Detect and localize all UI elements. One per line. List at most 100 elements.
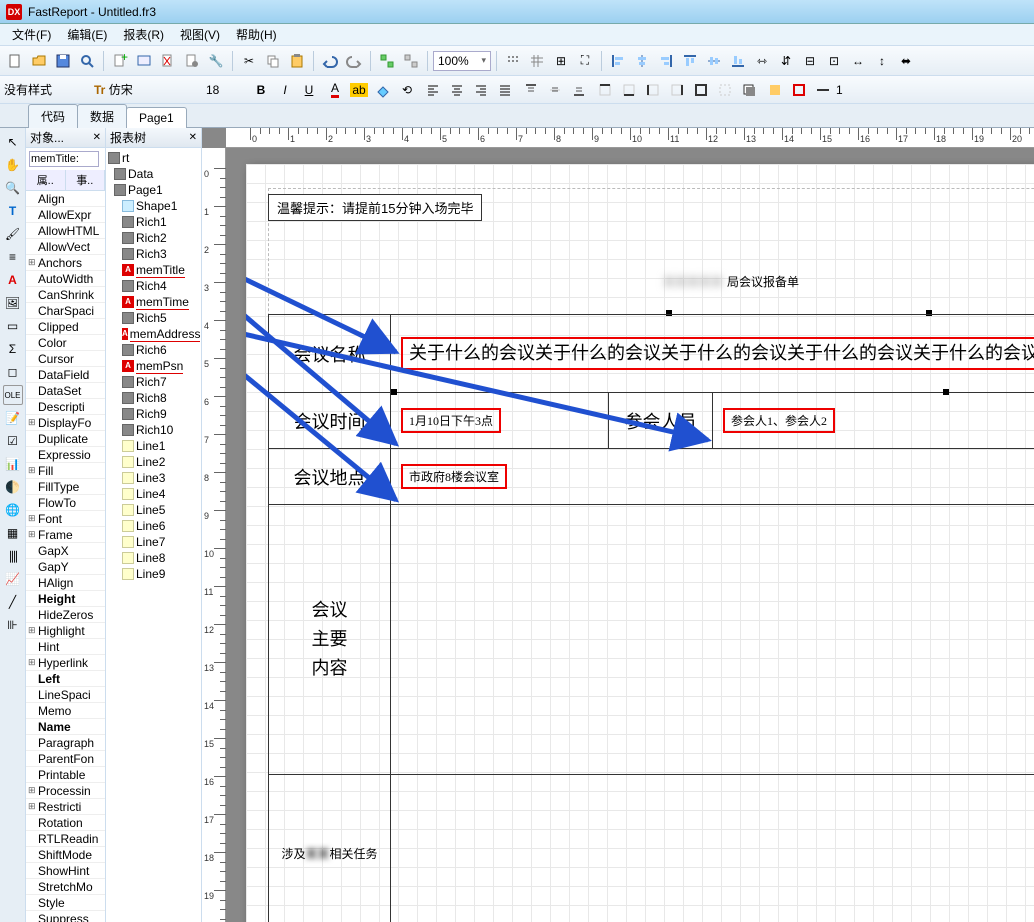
grid-line-icon[interactable]: [526, 50, 548, 72]
tree-rt[interactable]: rt: [108, 150, 199, 166]
paste-icon[interactable]: [286, 50, 308, 72]
value-content[interactable]: [391, 505, 1034, 774]
chart-tool-icon[interactable]: 📊: [3, 454, 23, 474]
tab-data[interactable]: 数据: [77, 104, 127, 128]
snap-icon[interactable]: ⊞: [550, 50, 572, 72]
tab-page1[interactable]: Page1: [126, 107, 187, 128]
text-center-icon[interactable]: [446, 79, 468, 101]
table-tool-icon[interactable]: ▦: [3, 523, 23, 543]
text-left-icon[interactable]: [422, 79, 444, 101]
tree-memPsn[interactable]: AmemPsn: [108, 358, 199, 374]
align-center-h-icon[interactable]: [631, 50, 653, 72]
prop-Font[interactable]: ⊞Font: [26, 511, 105, 527]
prop-Style[interactable]: Style: [26, 895, 105, 911]
prop-ShiftMode[interactable]: ShiftMode: [26, 847, 105, 863]
frame-none-icon[interactable]: [714, 79, 736, 101]
fit-icon[interactable]: ⛶: [574, 50, 596, 72]
prop-Restrictions[interactable]: ⊞Restricti: [26, 799, 105, 815]
tree-Rich7[interactable]: Rich7: [108, 374, 199, 390]
prop-DataSet[interactable]: DataSet: [26, 383, 105, 399]
menu-report[interactable]: 报表(R): [115, 24, 172, 45]
tree-Line3[interactable]: Line3: [108, 470, 199, 486]
tree-Data[interactable]: Data: [108, 166, 199, 182]
prop-Color[interactable]: Color: [26, 335, 105, 351]
valign-bot-icon[interactable]: [568, 79, 590, 101]
prop-Clipped[interactable]: Clipped: [26, 319, 105, 335]
prop-Fill[interactable]: ⊞Fill: [26, 463, 105, 479]
prop-FillType[interactable]: FillType: [26, 479, 105, 495]
menu-view[interactable]: 视图(V): [172, 24, 228, 45]
prop-AllowHTMLTags[interactable]: AllowHTML: [26, 223, 105, 239]
tab-events[interactable]: 事..: [66, 170, 106, 190]
prop-Align[interactable]: Align: [26, 191, 105, 207]
report-page[interactable]: 温馨提示：请提前15分钟入场完毕 某某某某某 局会议报备单 会议名称 关于什么的…: [246, 164, 1034, 922]
shape-tool-icon[interactable]: ◻: [3, 362, 23, 382]
center-page-h-icon[interactable]: ⊟: [799, 50, 821, 72]
tree-Line6[interactable]: Line6: [108, 518, 199, 534]
value-meeting-addr[interactable]: 市政府8楼会议室: [401, 464, 507, 489]
menu-help[interactable]: 帮助(H): [228, 24, 285, 45]
prop-StretchMode[interactable]: StretchMo: [26, 879, 105, 895]
barcode-tool-icon[interactable]: ∥∥: [3, 546, 23, 566]
framecolor-icon[interactable]: [788, 79, 810, 101]
tree-Rich4[interactable]: Rich4: [108, 278, 199, 294]
prop-FlowTo[interactable]: FlowTo: [26, 495, 105, 511]
frame-all-icon[interactable]: [690, 79, 712, 101]
new-icon[interactable]: [4, 50, 26, 72]
prop-Hyperlink[interactable]: ⊞Hyperlink: [26, 655, 105, 671]
tree-Line7[interactable]: Line7: [108, 534, 199, 550]
same-size-icon[interactable]: ⬌: [895, 50, 917, 72]
page-dialog-icon[interactable]: [133, 50, 155, 72]
tree-Line4[interactable]: Line4: [108, 486, 199, 502]
prop-Duplicates[interactable]: Duplicate: [26, 431, 105, 447]
prop-GapX[interactable]: GapX: [26, 543, 105, 559]
space-h-icon[interactable]: ⇿: [751, 50, 773, 72]
align-middle-icon[interactable]: [703, 50, 725, 72]
ungroup-icon[interactable]: [400, 50, 422, 72]
framestyle-icon[interactable]: [812, 79, 834, 101]
prop-Memo[interactable]: Memo: [26, 703, 105, 719]
size-combo[interactable]: 18: [206, 83, 246, 97]
align-right-icon[interactable]: [655, 50, 677, 72]
tree-Shape1[interactable]: Shape1: [108, 198, 199, 214]
prop-Anchors[interactable]: ⊞Anchors: [26, 255, 105, 271]
same-width-icon[interactable]: ↔: [847, 50, 869, 72]
tree-Rich8[interactable]: Rich8: [108, 390, 199, 406]
prop-HAlign[interactable]: HAlign: [26, 575, 105, 591]
align-bottom-icon[interactable]: [727, 50, 749, 72]
prop-GapY[interactable]: GapY: [26, 559, 105, 575]
undo-icon[interactable]: [319, 50, 341, 72]
subreport-tool-icon[interactable]: ▭: [3, 316, 23, 336]
frame-left-icon[interactable]: [642, 79, 664, 101]
value-meeting-name[interactable]: 关于什么的会议关于什么的会议关于什么的会议关于什么的会议关于什么的会议: [401, 337, 1034, 370]
tree-Line8[interactable]: Line8: [108, 550, 199, 566]
hand-icon[interactable]: ✋: [3, 155, 23, 175]
bold-icon[interactable]: B: [250, 79, 272, 101]
copy-icon[interactable]: [262, 50, 284, 72]
frame-top-icon[interactable]: [594, 79, 616, 101]
line-tool-icon[interactable]: ╱: [3, 592, 23, 612]
preview-icon[interactable]: [76, 50, 98, 72]
tab-properties[interactable]: 属..: [26, 170, 66, 190]
prop-CharSpacing[interactable]: CharSpaci: [26, 303, 105, 319]
close-icon[interactable]: ✕: [93, 132, 101, 143]
report-title[interactable]: 某某某某某 局会议报备单: [268, 260, 1034, 302]
tree-memTitle[interactable]: AmemTitle: [108, 262, 199, 278]
tree-memAddress[interactable]: AmemAddress: [108, 326, 199, 342]
tree-Line9[interactable]: Line9: [108, 566, 199, 582]
tree-Rich6[interactable]: Rich6: [108, 342, 199, 358]
prop-Highlight[interactable]: ⊞Highlight: [26, 623, 105, 639]
gradient-tool-icon[interactable]: 🌓: [3, 477, 23, 497]
tree-Line5[interactable]: Line5: [108, 502, 199, 518]
page-add-icon[interactable]: +: [109, 50, 131, 72]
vars-icon[interactable]: 🔧: [205, 50, 227, 72]
align-left-icon[interactable]: [607, 50, 629, 72]
text-tool-icon[interactable]: T: [3, 201, 23, 221]
prop-ParentFont[interactable]: ParentFon: [26, 751, 105, 767]
prop-ExpressionDelimiters[interactable]: Expressio: [26, 447, 105, 463]
menu-file[interactable]: 文件(F): [4, 24, 59, 45]
prop-ShowHint[interactable]: ShowHint: [26, 863, 105, 879]
value-meeting-time[interactable]: 1月10日下午3点: [401, 408, 501, 433]
picture-tool-icon[interactable]: 🖼: [3, 293, 23, 313]
redo-icon[interactable]: [343, 50, 365, 72]
